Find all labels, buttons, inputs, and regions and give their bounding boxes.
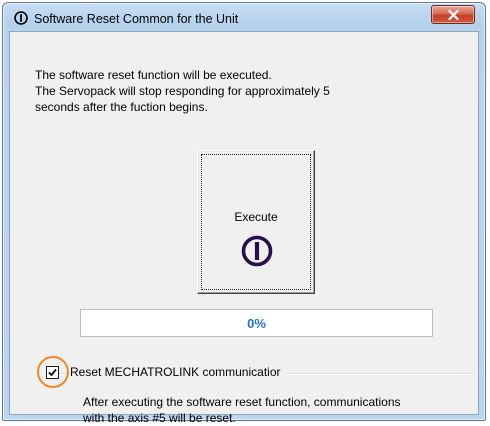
reset-mechatrolink-label[interactable]: Reset MECHATROLINK communicatior: [70, 365, 287, 379]
info-message-line: seconds after the fuction begins.: [35, 100, 208, 114]
execute-button[interactable]: Execute: [197, 150, 315, 294]
info-message-line: The Servopack will stop responding for a…: [35, 84, 330, 98]
close-button[interactable]: [431, 5, 475, 24]
dialog-body: The software reset function will be exec…: [9, 31, 479, 425]
highlight-circle: [37, 356, 69, 388]
window-title: Software Reset Common for the Unit: [34, 12, 239, 26]
power-icon: [14, 11, 28, 25]
title-bar[interactable]: Software Reset Common for the Unit: [3, 3, 485, 31]
reset-note-line: with the axis #5 will be reset.: [83, 411, 236, 425]
progress-percent: 0%: [247, 316, 266, 331]
dialog-window: Software Reset Common for the Unit The s…: [2, 2, 486, 425]
execute-button-label: Execute: [234, 210, 278, 224]
power-icon: [241, 235, 273, 267]
reset-note: After executing the software reset funct…: [83, 394, 473, 426]
reset-note-line: After executing the software reset funct…: [83, 395, 401, 409]
info-message: The software reset function will be exec…: [35, 67, 455, 115]
progress-bar: 0%: [80, 309, 433, 337]
close-icon: [448, 10, 459, 20]
info-message-line: The software reset function will be exec…: [35, 68, 272, 82]
